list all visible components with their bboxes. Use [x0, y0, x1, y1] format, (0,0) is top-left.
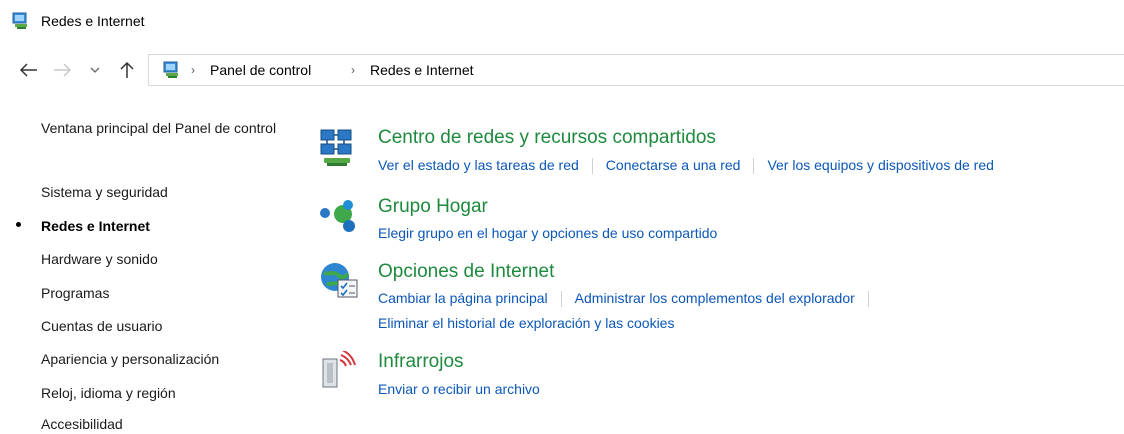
link-manage-addons[interactable]: Administrar los complementos del explora…: [575, 290, 855, 306]
category-links: Ver el estado y las tareas de red Conecta…: [378, 157, 994, 175]
network-folder-icon: [162, 60, 182, 80]
category-links: Enviar o recibir un archivo: [378, 381, 540, 397]
link-send-receive-file[interactable]: Enviar o recibir un archivo: [378, 381, 540, 397]
internet-options-icon[interactable]: [318, 261, 362, 305]
link-choose-homegroup-options[interactable]: Elegir grupo en el hogar y opciones de u…: [378, 225, 717, 241]
sidebar-item-programs[interactable]: Programas: [41, 284, 109, 303]
sidebar-item-appearance[interactable]: Apariencia y personalización: [41, 350, 219, 369]
sidebar-item-network-internet[interactable]: Redes e Internet: [41, 217, 150, 236]
link-connect-to-network[interactable]: Conectarse a una red: [606, 157, 741, 173]
category-links: Eliminar el historial de exploración y l…: [378, 315, 674, 331]
link-divider: [591, 158, 593, 175]
forward-button[interactable]: [51, 59, 73, 81]
network-folder-icon: [11, 11, 31, 31]
back-button[interactable]: [18, 59, 40, 81]
arrow-left-icon: [20, 63, 37, 77]
chevron-right-icon[interactable]: ›: [351, 63, 355, 77]
link-view-network-status[interactable]: Ver el estado y las tareas de red: [378, 157, 579, 173]
category-links: Elegir grupo en el hogar y opciones de u…: [378, 225, 717, 241]
category-title[interactable]: Infrarrojos: [378, 351, 464, 373]
sidebar-item-clock-language[interactable]: Reloj, idioma y región: [41, 384, 176, 403]
category-title[interactable]: Grupo Hogar: [378, 196, 488, 218]
sidebar-item-hardware-sound[interactable]: Hardware y sonido: [41, 250, 158, 269]
current-item-bullet: [16, 222, 21, 227]
window-title: Redes e Internet: [41, 13, 145, 29]
sidebar-item-control-panel-home[interactable]: Ventana principal del Panel de control: [41, 119, 281, 138]
link-divider: [867, 291, 869, 308]
arrow-right-icon: [54, 63, 71, 77]
chevron-down-icon: [90, 67, 100, 73]
link-divider: [753, 158, 755, 175]
sidebar-item-user-accounts[interactable]: Cuentas de usuario: [41, 317, 162, 336]
arrow-up-icon: [120, 61, 134, 78]
navigation-bar: › Panel de control › Redes e Internet: [0, 50, 1124, 90]
link-view-network-devices[interactable]: Ver los equipos y dispositivos de red: [767, 157, 993, 173]
network-center-icon[interactable]: [318, 127, 362, 171]
breadcrumb-network-internet[interactable]: Redes e Internet: [370, 62, 474, 78]
homegroup-icon[interactable]: [318, 196, 362, 240]
chevron-right-icon[interactable]: ›: [191, 63, 195, 77]
window-titlebar: Redes e Internet: [0, 0, 1124, 42]
sidebar-item-accessibility[interactable]: Accesibilidad: [41, 415, 123, 434]
up-button[interactable]: [116, 59, 138, 81]
category-title[interactable]: Opciones de Internet: [378, 261, 554, 283]
address-bar[interactable]: › Panel de control › Redes e Internet: [148, 54, 1124, 86]
link-delete-browsing-history[interactable]: Eliminar el historial de exploración y l…: [378, 315, 674, 331]
category-links: Cambiar la página principal Administrar l…: [378, 290, 882, 308]
infrared-icon[interactable]: [318, 349, 362, 395]
link-divider: [560, 291, 562, 308]
recent-locations-button[interactable]: [88, 59, 102, 81]
sidebar-item-system-security[interactable]: Sistema y seguridad: [41, 183, 168, 202]
category-title[interactable]: Centro de redes y recursos compartidos: [378, 127, 716, 149]
breadcrumb-control-panel[interactable]: Panel de control: [210, 62, 311, 78]
link-change-home-page[interactable]: Cambiar la página principal: [378, 290, 548, 306]
